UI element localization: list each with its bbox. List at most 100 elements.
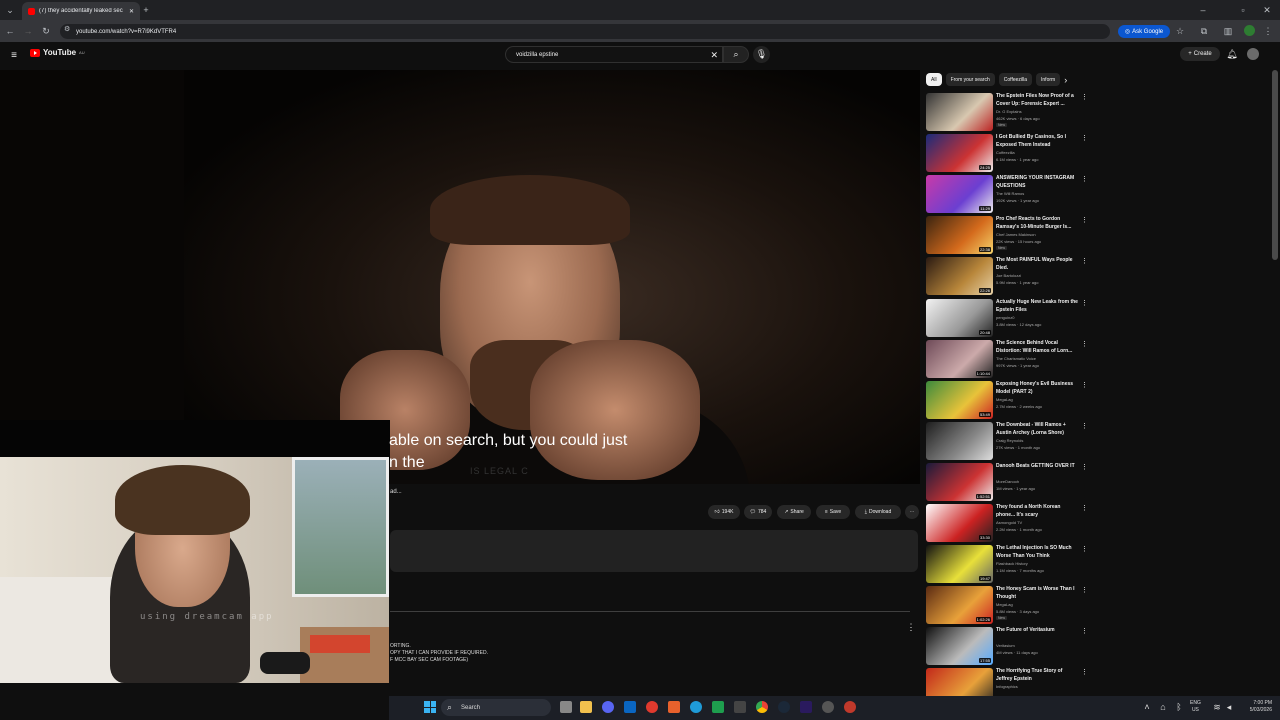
- recommendation-menu-icon[interactable]: ⋮: [1081, 586, 1088, 594]
- create-button[interactable]: + Create: [1180, 47, 1220, 61]
- profile-avatar[interactable]: [1244, 25, 1255, 36]
- video-thumbnail[interactable]: 1:10:44: [926, 340, 993, 378]
- taskbar-search[interactable]: ⌕ Search: [441, 699, 551, 716]
- video-player[interactable]: IS LEGAL C: [0, 70, 920, 484]
- recommendation-channel[interactable]: Craig Reynolds: [996, 437, 1078, 444]
- tray-overflow-icon[interactable]: ˄: [1142, 702, 1152, 712]
- taskbar-clock[interactable]: 7:00 PM 5/03/2026: [1238, 700, 1272, 714]
- back-icon[interactable]: ←: [4, 24, 16, 38]
- recommendation-title[interactable]: The Honey Scam is Worse Than I Thought: [996, 586, 1078, 601]
- app-icon[interactable]: [734, 701, 746, 713]
- description-box[interactable]: [390, 530, 918, 572]
- recommendation-item[interactable]: 53:49 Exposing Honey's Evil Business Mode…: [926, 381, 1088, 419]
- recommendation-title[interactable]: I Got Bullied By Casinos, So I Exposed T…: [996, 134, 1078, 149]
- chip-next-icon[interactable]: ›: [1064, 73, 1067, 87]
- discord-icon[interactable]: [602, 701, 614, 713]
- browser-tab[interactable]: (7) they accidentally leaked sec ✕: [22, 2, 140, 20]
- recommendation-item[interactable]: 1:52:51 Danooh Beats GETTING OVER IT MoreD…: [926, 463, 1088, 501]
- video-thumbnail[interactable]: 22:38: [926, 216, 993, 254]
- recommendation-menu-icon[interactable]: ⋮: [1081, 545, 1088, 553]
- recommendation-menu-icon[interactable]: ⋮: [1081, 175, 1088, 183]
- recommendation-item[interactable]: 1:02:26 The Honey Scam is Worse Than I Th…: [926, 586, 1088, 624]
- tab-search-icon[interactable]: ⌄: [4, 4, 16, 16]
- outlook-icon[interactable]: [624, 701, 636, 713]
- youtube-logo[interactable]: YouTube AU: [30, 48, 85, 57]
- video-thumbnail[interactable]: 22:26: [926, 257, 993, 295]
- recommendation-menu-icon[interactable]: ⋮: [1081, 422, 1088, 430]
- recommendation-channel[interactable]: Veritasium: [996, 642, 1078, 649]
- video-thumbnail[interactable]: 1:02:26: [926, 586, 993, 624]
- chip-inform[interactable]: Inform: [1036, 73, 1061, 86]
- video-thumbnail[interactable]: 19:47: [926, 545, 993, 583]
- recommendation-channel[interactable]: Coffeezilla: [996, 149, 1078, 156]
- steam-icon[interactable]: [778, 701, 790, 713]
- language-indicator[interactable]: ENG US: [1190, 700, 1201, 714]
- clear-search-icon[interactable]: ✕: [710, 50, 718, 61]
- chrome-icon[interactable]: [756, 701, 768, 713]
- share-button[interactable]: ↗ Share: [777, 505, 811, 519]
- video-thumbnail[interactable]: 20:48: [926, 299, 993, 337]
- address-bar[interactable]: ⚙ youtube.com/watch?v=R7i9KdVTFR4: [60, 24, 1110, 39]
- chip-coffeezilla[interactable]: Coffeezilla: [998, 73, 1033, 86]
- recommendation-channel[interactable]: penguinz0: [996, 314, 1078, 321]
- recommendation-channel[interactable]: Dr. G Explains: [996, 108, 1078, 115]
- hamburger-menu-icon[interactable]: ≡: [8, 49, 20, 61]
- recommendation-channel[interactable]: Flashback History: [996, 560, 1078, 567]
- recommendation-channel[interactable]: The Charismatic Voice: [996, 355, 1078, 362]
- recommendation-title[interactable]: The Lethal Injection Is SO Much Worse Th…: [996, 545, 1078, 560]
- recommendation-title[interactable]: The Science Behind Vocal Distortion: Wil…: [996, 340, 1078, 355]
- recommendation-menu-icon[interactable]: ⋮: [1081, 627, 1088, 635]
- recommendation-channel[interactable]: MoreDanooh: [996, 478, 1078, 485]
- recommendation-menu-icon[interactable]: ⋮: [1081, 257, 1088, 265]
- recommendation-title[interactable]: They found a North Korean phone... It's …: [996, 504, 1078, 519]
- minimize-icon[interactable]: –: [1196, 3, 1210, 17]
- edge-icon[interactable]: [690, 701, 702, 713]
- recommendation-item[interactable]: 17:55 The Future of Veritasium Veritasium 4…: [926, 627, 1088, 665]
- windows-start-icon[interactable]: [424, 701, 436, 713]
- reload-icon[interactable]: ↻: [40, 24, 52, 38]
- volume-icon[interactable]: ◂: [1224, 702, 1234, 712]
- video-thumbnail[interactable]: 17:55: [926, 627, 993, 665]
- recommendation-title[interactable]: ANSWERING YOUR INSTAGRAM QUESTIONS: [996, 175, 1078, 190]
- account-avatar[interactable]: [1247, 48, 1259, 60]
- like-button[interactable]: 👍︎ 194K: [708, 505, 740, 519]
- search-button[interactable]: ⌕: [723, 46, 749, 63]
- chip-all[interactable]: All: [926, 73, 942, 86]
- tab-close-icon[interactable]: ✕: [129, 8, 134, 15]
- recommendation-title[interactable]: Exposing Honey's Evil Business Model (PA…: [996, 381, 1078, 396]
- app-icon[interactable]: [668, 701, 680, 713]
- site-info-icon[interactable]: ⚙: [64, 25, 70, 33]
- excel-icon[interactable]: [712, 701, 724, 713]
- save-button[interactable]: ≡ Save: [816, 505, 850, 519]
- bookmark-star-icon[interactable]: ☆: [1174, 24, 1186, 38]
- window-close-icon[interactable]: ✕: [1260, 3, 1274, 17]
- forward-icon[interactable]: →: [22, 24, 34, 38]
- recommendation-channel[interactable]: Infographics: [996, 683, 1078, 690]
- task-view-icon[interactable]: [560, 701, 572, 713]
- wifi-icon[interactable]: ≋: [1212, 702, 1222, 712]
- video-thumbnail[interactable]: 33:30: [926, 504, 993, 542]
- recommendation-title[interactable]: Pro Chef Reacts to Gordon Ramsay's 10-Mi…: [996, 216, 1078, 231]
- video-thumbnail[interactable]: [926, 93, 993, 131]
- comment-menu-icon[interactable]: ⋮: [906, 622, 916, 632]
- recommendation-menu-icon[interactable]: ⋮: [1081, 668, 1088, 676]
- recommendation-menu-icon[interactable]: ⋮: [1081, 299, 1088, 307]
- tray-app-icon[interactable]: ⌂: [1158, 702, 1168, 712]
- recommendation-item[interactable]: 24:25 I Got Bullied By Casinos, So I Expo…: [926, 134, 1088, 172]
- search-input[interactable]: voidzilla epstine ✕: [505, 46, 723, 63]
- recommendation-menu-icon[interactable]: ⋮: [1081, 93, 1088, 101]
- recommendation-item[interactable]: 1:10:44 The Science Behind Vocal Distorti…: [926, 340, 1088, 378]
- chip-from-your-search[interactable]: From your search: [945, 73, 995, 86]
- recommendation-item[interactable]: The Downbeat - Will Ramos + Austin Arche…: [926, 422, 1088, 460]
- recommendation-title[interactable]: The Most PAINFUL Ways People Died.: [996, 257, 1078, 272]
- browser-menu-icon[interactable]: ⋮: [1262, 24, 1274, 38]
- video-thumbnail[interactable]: 1:52:51: [926, 463, 993, 501]
- recommendation-item[interactable]: The Epstein Files Now Proof of a Cover U…: [926, 93, 1088, 131]
- recommendation-item[interactable]: 20:48 Actually Huge New Leaks from the Ep…: [926, 299, 1088, 337]
- recommendation-menu-icon[interactable]: ⋮: [1081, 134, 1088, 142]
- recommendation-menu-icon[interactable]: ⋮: [1081, 340, 1088, 348]
- opera-icon[interactable]: [646, 701, 658, 713]
- premiere-icon[interactable]: [800, 701, 812, 713]
- recommendation-title[interactable]: The Epstein Files Now Proof of a Cover U…: [996, 93, 1078, 108]
- recommendation-menu-icon[interactable]: ⋮: [1081, 463, 1088, 471]
